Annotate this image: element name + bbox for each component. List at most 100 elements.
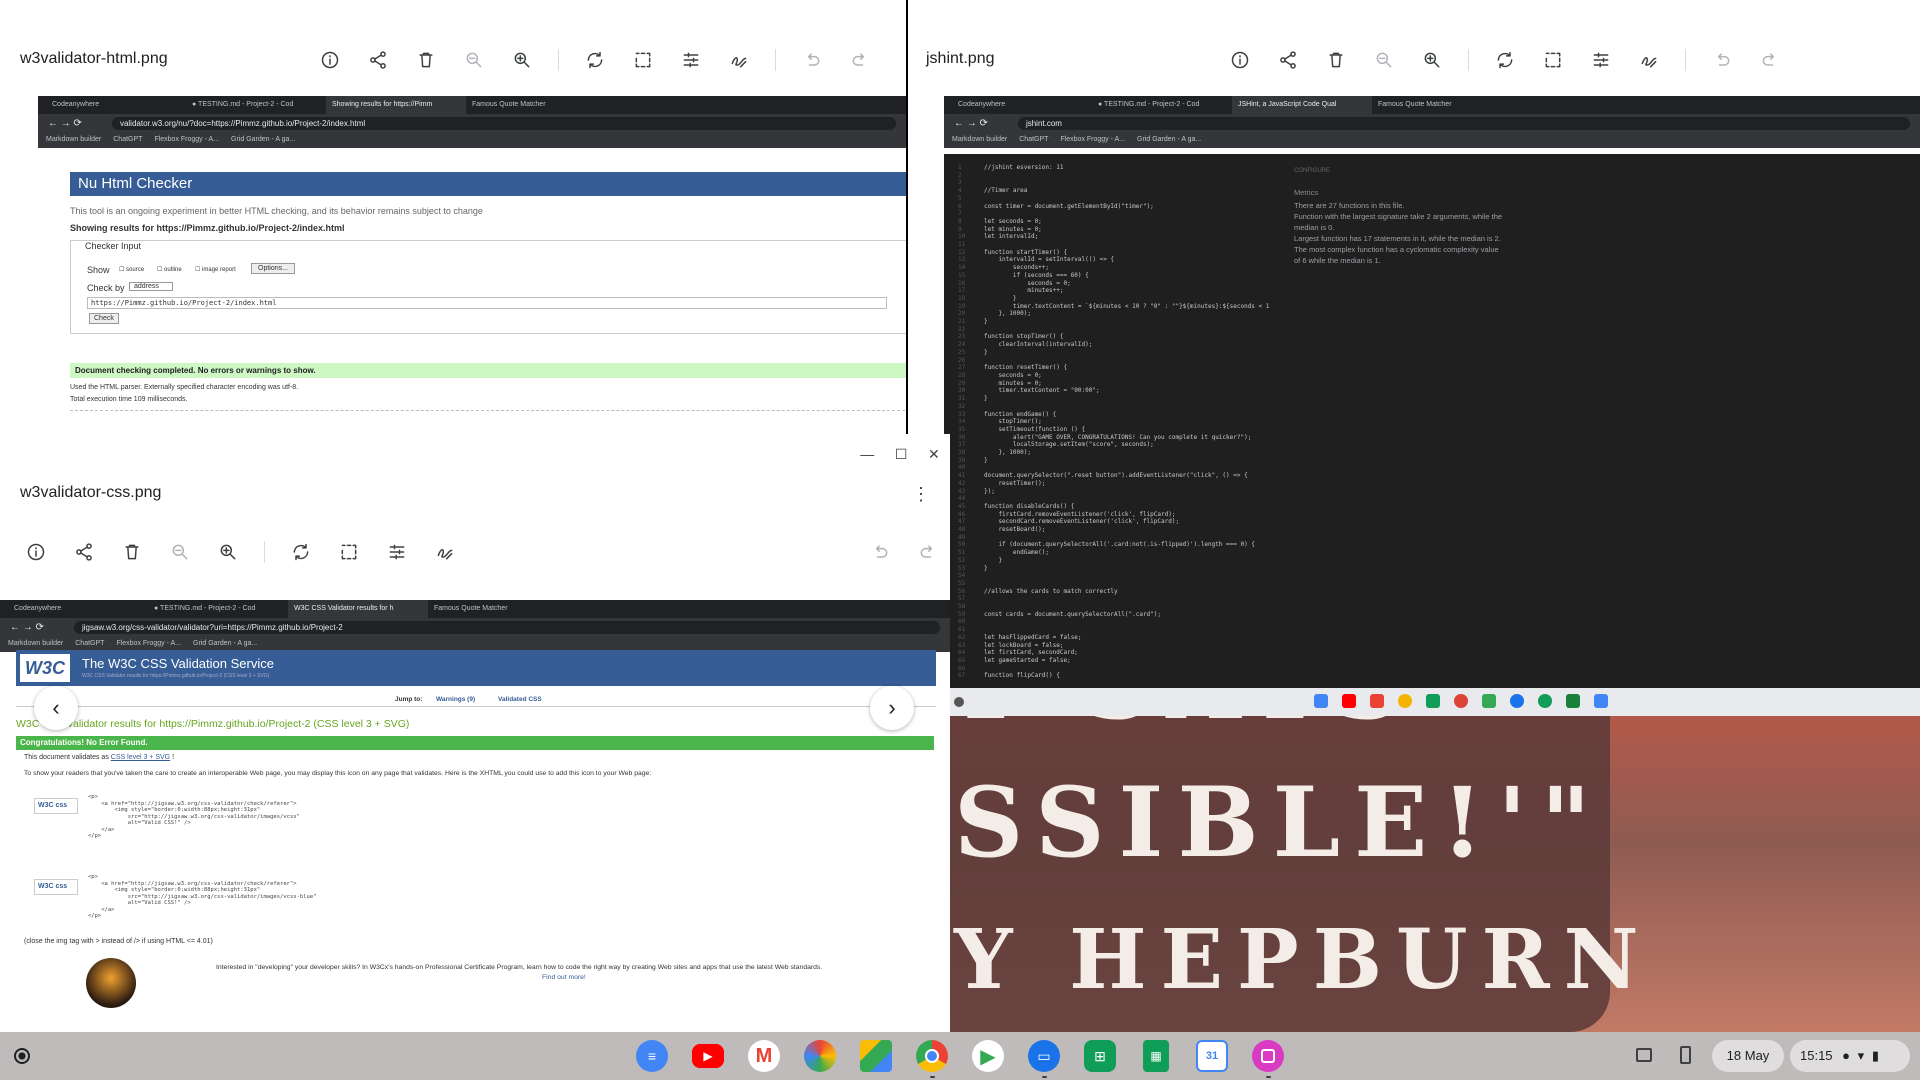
delete-icon[interactable]	[1324, 48, 1348, 72]
files-icon[interactable]: ▭	[1028, 1040, 1060, 1072]
bookmark[interactable]: Grid Garden - A ga...	[193, 640, 257, 648]
adjust-icon[interactable]	[1589, 48, 1613, 72]
bookmark[interactable]: ChatGPT	[75, 640, 104, 648]
bookmark[interactable]: Flexbox Froggy - A...	[116, 640, 181, 648]
launcher-icon[interactable]	[14, 1048, 30, 1064]
gmail-icon[interactable]: M	[748, 1040, 780, 1072]
adjust-icon[interactable]	[679, 48, 703, 72]
browser-tab[interactable]: JSHint, a JavaScript Code Qual	[1232, 96, 1372, 114]
nav-arrows-icon[interactable]: ← → ⟳	[48, 118, 82, 129]
browser-tab[interactable]: W3C CSS Validator results for h	[288, 600, 428, 618]
share-icon[interactable]	[366, 48, 390, 72]
share-icon[interactable]	[72, 540, 96, 564]
browser-tab[interactable]: Codeanywhere	[8, 600, 148, 618]
code-editor[interactable]: 1 2 3 4 5 6 7 8 9 10 11 12 13 14 15 16 1…	[944, 154, 1920, 688]
browser-tab[interactable]: ● TESTING.md - Project-2 - Cod	[1092, 96, 1232, 114]
zoom-out-icon[interactable]	[1372, 48, 1396, 72]
code-text[interactable]: //jshint esversion: 11 //Timer area cons…	[984, 164, 1269, 680]
next-image-button[interactable]: ›	[870, 686, 914, 730]
option-outline[interactable]: ☐ outline	[157, 266, 182, 273]
address-bar[interactable]: jshint.com	[1017, 116, 1910, 130]
markup-icon[interactable]	[433, 540, 457, 564]
gmail-icon[interactable]	[1370, 694, 1384, 708]
browser-tab[interactable]: Codeanywhere	[46, 96, 186, 114]
screen-capture-icon[interactable]	[1636, 1048, 1652, 1062]
redo-icon[interactable]	[916, 540, 940, 564]
browser-tab[interactable]: Showing results for https://Pimm	[326, 96, 466, 114]
browser-tab[interactable]: ● TESTING.md - Project-2 - Cod	[186, 96, 326, 114]
rotate-icon[interactable]	[1493, 48, 1517, 72]
crop-icon[interactable]	[631, 48, 655, 72]
drive-icon[interactable]	[860, 1040, 892, 1072]
check-button[interactable]: Check	[89, 313, 119, 324]
minimize-icon[interactable]: —	[860, 446, 874, 462]
bookmark[interactable]: Markdown builder	[46, 136, 101, 144]
find-out-more-link[interactable]: Find out more!	[542, 974, 586, 981]
date-pill[interactable]: 18 May	[1712, 1040, 1784, 1072]
close-icon[interactable]: ✕	[928, 446, 940, 463]
chrome-canary-icon[interactable]	[1398, 694, 1412, 708]
markup-icon[interactable]	[1637, 48, 1661, 72]
address-bar[interactable]: validator.w3.org/nu/?doc=https://Pimmz.g…	[111, 116, 896, 130]
sheets2-icon[interactable]	[1566, 694, 1580, 708]
bookmark[interactable]: ChatGPT	[113, 136, 142, 144]
nav-arrows-icon[interactable]: ← → ⟳	[10, 622, 44, 633]
more-menu-icon[interactable]: ⋮	[912, 484, 930, 505]
calendar-icon[interactable]: 31	[1196, 1040, 1228, 1072]
phone-hub-icon[interactable]	[1680, 1046, 1691, 1064]
sheets-icon[interactable]: ⊞	[1084, 1040, 1116, 1072]
css-level-link[interactable]: CSS level 3 + SVG	[111, 754, 170, 761]
youtube-icon[interactable]: ▶	[692, 1044, 724, 1068]
zoom-out-icon[interactable]	[462, 48, 486, 72]
info-icon[interactable]	[1228, 48, 1252, 72]
maximize-icon[interactable]: ☐	[895, 446, 908, 463]
crop-icon[interactable]	[1541, 48, 1565, 72]
undo-icon[interactable]	[1710, 48, 1734, 72]
browser-tab[interactable]: Codeanywhere	[952, 96, 1092, 114]
zoom-out-icon[interactable]	[168, 540, 192, 564]
docs-icon[interactable]	[1314, 694, 1328, 708]
browser-tab[interactable]: Famous Quote Matcher	[1372, 96, 1512, 114]
option-image-report[interactable]: ☐ image report	[195, 266, 236, 273]
sheets-doc-icon[interactable]: ▦	[1143, 1040, 1169, 1072]
browser-tab[interactable]: Famous Quote Matcher	[428, 600, 568, 618]
share-icon[interactable]	[1276, 48, 1300, 72]
zoom-in-icon[interactable]	[1420, 48, 1444, 72]
zoom-in-icon[interactable]	[510, 48, 534, 72]
bookmark[interactable]: Grid Garden - A ga...	[1137, 136, 1201, 144]
validated-css-link[interactable]: Validated CSS	[498, 696, 542, 703]
chrome-icon[interactable]	[1454, 694, 1468, 708]
bookmark[interactable]: Markdown builder	[952, 136, 1007, 144]
zoom-in-icon[interactable]	[216, 540, 240, 564]
configure-label[interactable]: CONFIGURE	[1294, 166, 1504, 177]
undo-icon[interactable]	[868, 540, 892, 564]
rotate-icon[interactable]	[289, 540, 313, 564]
address-bar[interactable]: jigsaw.w3.org/css-validator/validator?ur…	[73, 620, 940, 634]
markup-icon[interactable]	[727, 48, 751, 72]
delete-icon[interactable]	[120, 540, 144, 564]
previous-image-button[interactable]: ‹	[34, 686, 78, 730]
drive-icon[interactable]	[1426, 694, 1440, 708]
status-tray[interactable]: 15:15 ● ▾ ▮	[1790, 1040, 1910, 1072]
screenshot-app-icon[interactable]	[1252, 1040, 1284, 1072]
rotate-icon[interactable]	[583, 48, 607, 72]
chrome-canary-icon[interactable]	[804, 1040, 836, 1072]
redo-icon[interactable]	[1758, 48, 1782, 72]
bookmark[interactable]: ChatGPT	[1019, 136, 1048, 144]
browser-tab[interactable]: Famous Quote Matcher	[466, 96, 606, 114]
youtube-icon[interactable]	[1342, 694, 1356, 708]
bookmark[interactable]: Markdown builder	[8, 640, 63, 648]
calendar-icon[interactable]	[1594, 694, 1608, 708]
info-icon[interactable]	[24, 540, 48, 564]
adjust-icon[interactable]	[385, 540, 409, 564]
chrome-icon[interactable]	[916, 1040, 948, 1072]
option-source[interactable]: ☐ source	[119, 266, 144, 273]
play-store-icon[interactable]: ▶	[972, 1040, 1004, 1072]
sheets-icon[interactable]	[1538, 694, 1552, 708]
files-icon[interactable]	[1510, 694, 1524, 708]
docs-icon[interactable]: ≡	[636, 1040, 668, 1072]
warnings-link[interactable]: Warnings (9)	[436, 696, 475, 703]
redo-icon[interactable]	[848, 48, 872, 72]
bookmark[interactable]: Flexbox Froggy - A...	[154, 136, 219, 144]
play-store-icon[interactable]	[1482, 694, 1496, 708]
